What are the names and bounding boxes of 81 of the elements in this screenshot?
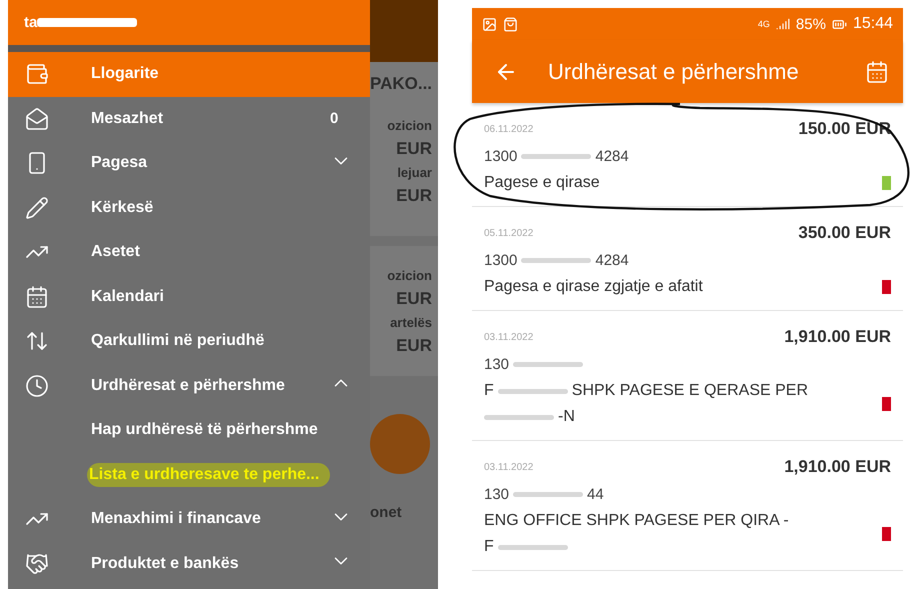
card-title: PAKO... [370, 74, 434, 94]
redaction-mark [521, 154, 592, 159]
order-date: 03.11.2022 [484, 332, 534, 342]
menu-item[interactable]: Menaxhimi i financave [8, 497, 370, 542]
menu-label: Kërkesë [91, 198, 154, 217]
menu-label: Menaxhimi i financave [91, 510, 262, 528]
standing-order-row[interactable]: 03.11.2022 1,910.00 EUR 130 44 ENG OFFICE SHPK PAGESE PER QIRA - F [472, 441, 903, 571]
text-fragment: Pagesa e qirase zgjatje e afatit [484, 278, 703, 296]
text-fragment: 130 [484, 486, 510, 503]
calendar-button[interactable] [865, 60, 889, 84]
text-fragment: F [484, 382, 494, 400]
order-date: 06.11.2022 [484, 124, 534, 134]
menu-label: Qarkullimi në periudhë [91, 332, 266, 350]
menu-item[interactable]: Qarkullimi në periudhë [8, 319, 370, 364]
redaction-mark [498, 388, 568, 394]
menu-item[interactable]: Kalendari [8, 274, 370, 319]
card-text: lejuar [396, 165, 433, 180]
order-amount: 350.00 EUR [798, 223, 891, 243]
menu-item[interactable]: Hap urdhëresë të përhershme [8, 408, 370, 452]
bag-icon [503, 16, 518, 32]
text-fragment: 4284 [595, 148, 629, 165]
card-text: artelës [389, 315, 433, 330]
menu-label: Lista e urdheresave te perhe... [87, 462, 330, 487]
text-fragment: 1300 [484, 148, 518, 165]
redaction-mark [513, 362, 584, 367]
shortcut-label: onet [370, 504, 403, 521]
menu-icon [25, 374, 49, 398]
card-text: ozicion [386, 268, 433, 283]
redaction-mark [513, 492, 584, 497]
image-icon [482, 16, 497, 32]
order-amount: 1,910.00 EUR [784, 457, 891, 477]
network-type: 4G [758, 19, 770, 29]
menu-item[interactable]: Pagesa [8, 141, 370, 186]
message-count: 0 [330, 110, 338, 127]
text-fragment: SHPK PAGESE E QERASE PER [572, 382, 808, 400]
menu-label: Pagesa [91, 154, 148, 172]
redaction-mark [521, 258, 592, 263]
menu-item[interactable]: Mesazhet 0 [8, 96, 370, 141]
card-text: EUR [395, 139, 433, 159]
menu-item[interactable]: Kërkesë [8, 186, 370, 230]
standing-order-row[interactable]: 05.11.2022 350.00 EUR 1300 4284 Pagesa e qirase zgjatje e afatit [472, 207, 903, 311]
menu-label: Hap urdhëresë të përhershme [91, 421, 319, 440]
order-amount: 1,910.00 EUR [784, 327, 891, 347]
redaction-mark [484, 414, 554, 420]
text-fragment: Pagese e qirase [484, 174, 600, 192]
menu-item[interactable]: Llogarite [8, 52, 370, 96]
user-name: ta [24, 14, 38, 31]
clock: 15:44 [852, 15, 893, 33]
text-fragment: 1300 [484, 252, 518, 269]
menu-item[interactable]: Produktet e bankës [8, 542, 370, 586]
redaction-mark [498, 544, 568, 550]
text-fragment: 4284 [595, 252, 629, 269]
standing-order-row[interactable]: 03.11.2022 1,910.00 EUR 130 F SHPK PAGESE E QERASE PER -N [472, 311, 903, 441]
menu-label: Produktet e bankës [91, 554, 240, 573]
menu-icon [25, 62, 49, 86]
signal-icon [776, 17, 790, 31]
battery-percent: 85% [796, 16, 826, 32]
app-bar-background [370, 0, 438, 62]
card-text: ozicion [386, 118, 433, 133]
text-fragment: 130 [484, 356, 510, 373]
screen-title: Urdhëresat e përhershme [548, 58, 800, 84]
text-fragment: -N [558, 408, 575, 426]
menu-icon [25, 106, 49, 131]
menu-label: Urdhëresat e përhershme [91, 376, 286, 395]
menu-item[interactable]: Asetet [8, 230, 370, 274]
menu-item[interactable]: Urdhëresat e përhershme [8, 364, 370, 408]
card-text: EUR [395, 186, 433, 206]
menu-label: Mesazhet [91, 110, 164, 128]
order-date: 05.11.2022 [484, 228, 534, 238]
card-text: EUR [395, 289, 433, 309]
menu-label: Asetet [91, 243, 141, 262]
menu-label: Kalendari [91, 288, 165, 306]
menu-icon [25, 552, 49, 576]
menu-icon [25, 196, 49, 220]
card-text: EUR [395, 336, 433, 356]
menu-icon [25, 284, 49, 309]
text-fragment: 44 [587, 486, 604, 503]
text-fragment: ENG OFFICE SHPK PAGESE PER QIRA - [484, 512, 789, 530]
text-fragment: F [484, 538, 494, 556]
order-date: 03.11.2022 [484, 462, 534, 472]
menu-label: Llogarite [91, 65, 160, 84]
